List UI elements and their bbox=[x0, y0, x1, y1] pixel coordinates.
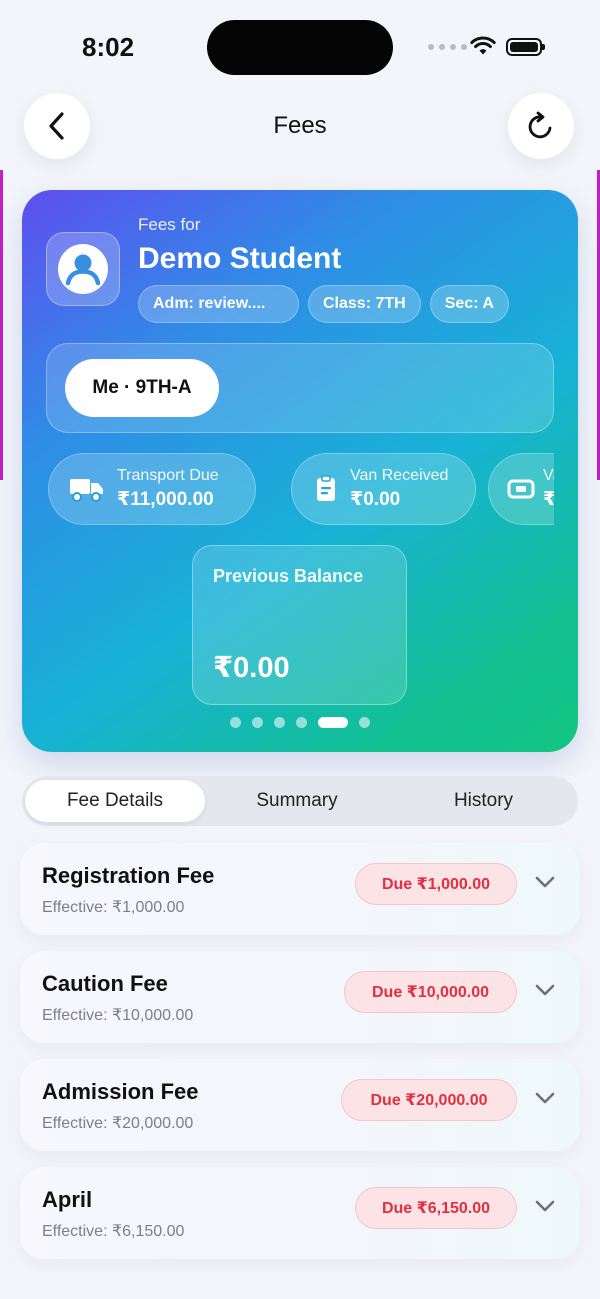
carousel-dot[interactable] bbox=[318, 717, 348, 728]
fee-due-badge: Due ₹1,000.00 bbox=[355, 863, 517, 905]
tile-amount: ₹0 bbox=[543, 489, 554, 510]
truck-icon bbox=[70, 479, 103, 502]
refresh-icon bbox=[528, 111, 552, 139]
tab-fee-details[interactable]: Fee Details bbox=[25, 780, 205, 822]
status-bar: 8:02 bbox=[0, 0, 600, 90]
fee-summary-tiles[interactable]: Transport Due ₹11,000.00 Van Received ₹0… bbox=[48, 453, 554, 525]
left-edge-accent bbox=[0, 170, 3, 480]
van-tile[interactable]: Van ₹0 bbox=[488, 453, 554, 525]
avatar bbox=[46, 232, 120, 306]
fee-name: Admission Fee bbox=[42, 1079, 199, 1104]
carousel-dot[interactable] bbox=[359, 717, 370, 728]
tile-label: Transport Due bbox=[117, 467, 219, 484]
status-time: 8:02 bbox=[82, 32, 135, 62]
admission-chip: Adm: review.... bbox=[138, 285, 299, 323]
fee-item-april[interactable]: April Effective: ₹6,150.00 Due ₹6,150.00 bbox=[20, 1167, 580, 1259]
student-name: Demo Student bbox=[138, 242, 342, 275]
carousel-dot[interactable] bbox=[296, 717, 307, 728]
fee-name: Registration Fee bbox=[42, 863, 215, 888]
tile-amount: ₹11,000.00 bbox=[117, 489, 214, 510]
tab-summary[interactable]: Summary bbox=[207, 780, 387, 822]
tile-label: Van Received bbox=[350, 467, 449, 484]
child-selector: Me · 9TH-A bbox=[46, 343, 554, 433]
fee-effective-amount: Effective: ₹1,000.00 bbox=[42, 899, 185, 916]
segmented-tabs: Fee Details Summary History bbox=[22, 776, 578, 826]
tab-history[interactable]: History bbox=[392, 780, 575, 822]
battery-icon bbox=[506, 38, 545, 56]
fee-effective-amount: Effective: ₹10,000.00 bbox=[42, 1007, 194, 1024]
tile-label: Van bbox=[543, 467, 554, 484]
fee-name: April bbox=[42, 1187, 93, 1212]
previous-balance-card[interactable]: Previous Balance ₹0.00 bbox=[192, 545, 407, 705]
class-chip: Class: 7TH bbox=[308, 285, 421, 323]
fee-due-badge: Due ₹10,000.00 bbox=[344, 971, 517, 1013]
refresh-button[interactable] bbox=[508, 93, 574, 159]
carousel-dot[interactable] bbox=[252, 717, 263, 728]
carousel-dot[interactable] bbox=[230, 717, 241, 728]
fee-item-caution[interactable]: Caution Fee Effective: ₹10,000.00 Due ₹1… bbox=[20, 951, 580, 1043]
previous-balance-amount: ₹0.00 bbox=[213, 652, 290, 684]
cellular-signal-icon bbox=[428, 44, 467, 50]
fee-due-badge: Due ₹6,150.00 bbox=[355, 1187, 517, 1229]
student-fee-card: Fees for Demo Student Adm: review.... Cl… bbox=[22, 190, 578, 752]
transport-due-tile[interactable]: Transport Due ₹11,000.00 bbox=[48, 453, 256, 525]
previous-balance-label: Previous Balance bbox=[213, 566, 364, 586]
carousel-page-indicator[interactable] bbox=[230, 717, 370, 728]
fee-item-admission[interactable]: Admission Fee Effective: ₹20,000.00 Due … bbox=[20, 1059, 580, 1151]
van-received-tile[interactable]: Van Received ₹0.00 bbox=[291, 453, 476, 525]
fees-for-label: Fees for bbox=[138, 215, 201, 234]
fee-due-badge: Due ₹20,000.00 bbox=[341, 1079, 517, 1121]
section-chip: Sec: A bbox=[429, 285, 509, 323]
chevron-down-icon[interactable] bbox=[534, 875, 556, 889]
child-selector-pill-me[interactable]: Me · 9TH-A bbox=[65, 359, 219, 417]
fee-effective-amount: Effective: ₹20,000.00 bbox=[42, 1115, 194, 1132]
receipt-icon bbox=[317, 475, 335, 501]
carousel-dot[interactable] bbox=[274, 717, 285, 728]
tile-amount: ₹0.00 bbox=[350, 489, 401, 510]
student-info-chips: Adm: review.... Class: 7TH Sec: A bbox=[138, 285, 509, 323]
wifi-icon bbox=[470, 36, 496, 55]
card-icon bbox=[507, 479, 535, 499]
chevron-down-icon[interactable] bbox=[534, 983, 556, 997]
fee-effective-amount: Effective: ₹6,150.00 bbox=[42, 1223, 185, 1240]
chevron-down-icon[interactable] bbox=[534, 1199, 556, 1213]
user-avatar-icon bbox=[58, 244, 108, 294]
fee-item-registration[interactable]: Registration Fee Effective: ₹1,000.00 Du… bbox=[20, 843, 580, 935]
dynamic-island bbox=[207, 20, 393, 75]
chevron-down-icon[interactable] bbox=[534, 1091, 556, 1105]
fee-name: Caution Fee bbox=[42, 971, 168, 996]
